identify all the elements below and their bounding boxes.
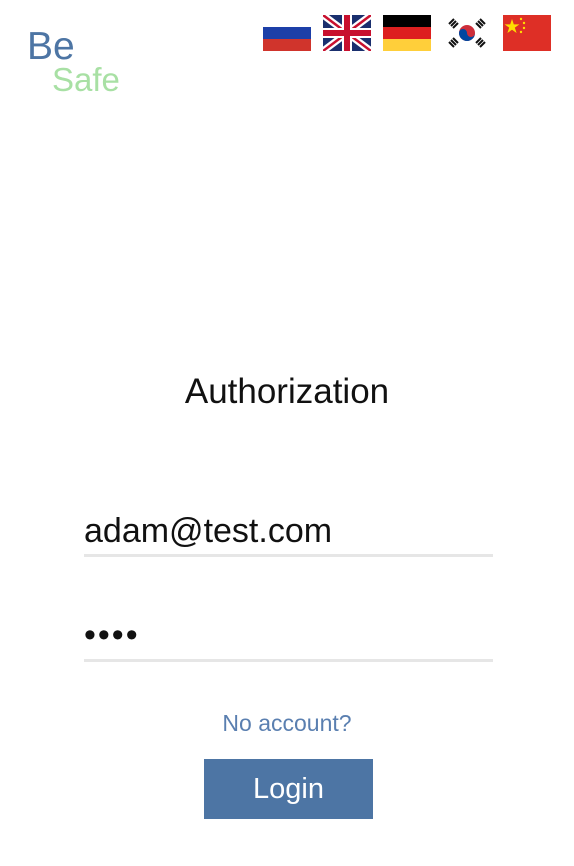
south-korea-flag-icon[interactable] <box>443 15 491 51</box>
password-field[interactable] <box>84 612 493 659</box>
page-title: Authorization <box>184 372 390 411</box>
logo-safe-text: Safe <box>52 61 120 98</box>
email-field[interactable] <box>84 508 493 554</box>
app-logo: Be Safe <box>27 26 137 100</box>
germany-flag-graphic <box>383 15 431 51</box>
email-field-container <box>84 508 493 557</box>
russia-flag-graphic <box>263 15 311 51</box>
russia-flag-icon[interactable] <box>263 15 311 51</box>
south-korea-flag-graphic <box>443 15 491 51</box>
no-account-link[interactable]: No account? <box>0 708 574 738</box>
germany-flag-icon[interactable] <box>383 15 431 51</box>
china-flag-graphic <box>503 15 551 51</box>
uk-flag-graphic <box>323 15 371 51</box>
login-button[interactable]: Login <box>204 759 373 819</box>
password-field-container <box>84 612 493 662</box>
uk-flag-icon[interactable] <box>323 15 371 51</box>
china-flag-icon[interactable] <box>503 15 551 51</box>
